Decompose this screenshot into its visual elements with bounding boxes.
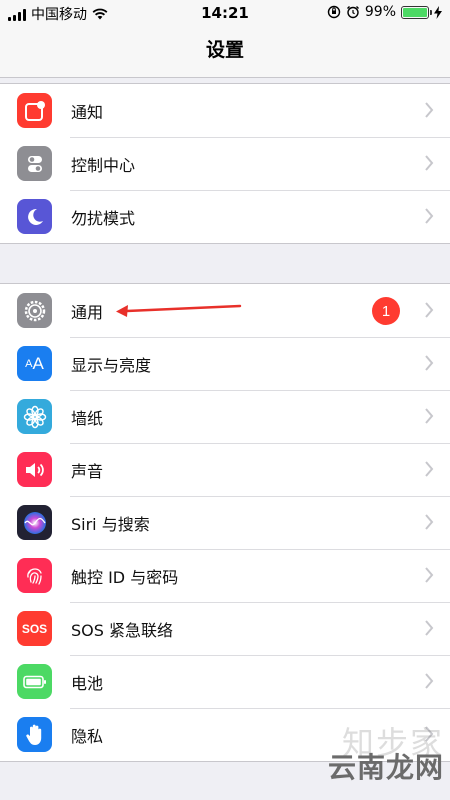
- watermark: 云南龙网: [327, 751, 444, 784]
- row-label: 勿扰模式: [71, 208, 136, 228]
- settings-row-display-brightness[interactable]: AA 显示与亮度: [0, 337, 450, 390]
- chevron-right-icon: [425, 461, 434, 477]
- chevron-right-icon: [425, 302, 434, 318]
- row-label: 通知: [71, 102, 104, 122]
- chevron-right-icon: [425, 514, 434, 530]
- row-label: 触控 ID 与密码: [71, 567, 179, 587]
- chevron-right-icon: [425, 408, 434, 424]
- chevron-right-icon: [425, 355, 434, 371]
- battery-percent: 99%: [364, 4, 396, 20]
- battery-fill: [403, 7, 427, 17]
- icon-glyph-large-a: A: [32, 353, 44, 373]
- chevron-right-icon: [425, 102, 434, 118]
- wallpaper-icon: [17, 399, 52, 434]
- chevron-right-icon: [425, 208, 434, 224]
- general-gear-icon: [17, 293, 52, 328]
- settings-row-wallpaper[interactable]: 墙纸: [0, 390, 450, 443]
- notification-badge: 1: [372, 297, 400, 325]
- row-label: 显示与亮度: [71, 355, 152, 375]
- siri-icon: [17, 505, 52, 540]
- settings-row-do-not-disturb[interactable]: 勿扰模式: [0, 190, 450, 243]
- alarm-icon: [346, 6, 359, 19]
- status-bar: 中国移动 14:21 99%: [0, 0, 450, 26]
- row-label: 通用: [71, 302, 104, 322]
- display-brightness-icon: AA: [17, 346, 52, 381]
- page-title: 设置: [205, 39, 244, 61]
- row-label: 隐私: [71, 726, 104, 746]
- settings-row-siri-search[interactable]: Siri 与搜索: [0, 496, 450, 549]
- settings-row-sounds[interactable]: 声音: [0, 443, 450, 496]
- settings-row-control-center[interactable]: 控制中心: [0, 137, 450, 190]
- annotation-arrow-icon: [116, 304, 242, 317]
- sos-icon: SOS: [17, 611, 52, 646]
- row-label: 声音: [71, 461, 104, 481]
- settings-group-2: 通用 1 AA 显示与亮度 墙纸 声音 Siri 与搜索 触控 ID 与密码 S…: [0, 283, 450, 762]
- settings-row-notifications[interactable]: 通知: [0, 84, 450, 137]
- row-label: Siri 与搜索: [71, 514, 150, 534]
- battery-icon: [17, 664, 52, 699]
- settings-group-1: 通知 控制中心 勿扰模式: [0, 83, 450, 244]
- battery-indicator-icon: [401, 5, 432, 19]
- status-right: 99%: [327, 4, 442, 20]
- navigation-bar: 设置: [0, 26, 450, 78]
- privacy-hand-icon: [17, 717, 52, 752]
- settings-row-emergency-sos[interactable]: SOS SOS 紧急联络: [0, 602, 450, 655]
- row-label: 墙纸: [71, 408, 104, 428]
- chevron-right-icon: [425, 620, 434, 636]
- icon-glyph-small-a: A: [25, 357, 33, 370]
- row-label: 电池: [71, 673, 104, 693]
- settings-row-touch-id[interactable]: 触控 ID 与密码: [0, 549, 450, 602]
- rotation-lock-icon: [327, 5, 341, 19]
- charging-bolt-icon: [434, 5, 442, 19]
- chevron-right-icon: [425, 155, 434, 171]
- row-label: 控制中心: [71, 155, 136, 175]
- row-label: SOS 紧急联络: [71, 620, 173, 640]
- settings-row-battery[interactable]: 电池: [0, 655, 450, 708]
- sounds-icon: [17, 452, 52, 487]
- chevron-right-icon: [425, 673, 434, 689]
- notifications-icon: [17, 93, 52, 128]
- do-not-disturb-icon: [17, 199, 52, 234]
- touch-id-icon: [17, 558, 52, 593]
- chevron-right-icon: [425, 567, 434, 583]
- control-center-icon: [17, 146, 52, 181]
